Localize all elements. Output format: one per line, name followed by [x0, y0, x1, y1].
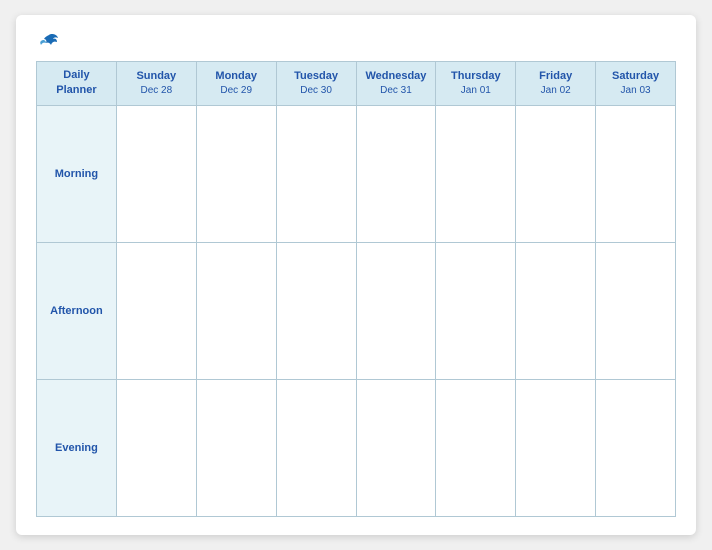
morning-tuesday-cell[interactable] — [276, 105, 356, 242]
day-name: Sunday — [119, 69, 194, 84]
day-date: Jan 01 — [438, 84, 513, 98]
column-header-thursday: ThursdayJan 01 — [436, 62, 516, 106]
evening-label: Evening — [37, 379, 117, 516]
column-header-saturday: SaturdayJan 03 — [596, 62, 676, 106]
row-evening: Evening — [37, 379, 676, 516]
column-header-wednesday: WednesdayDec 31 — [356, 62, 436, 106]
day-date: Dec 30 — [279, 84, 354, 98]
header — [36, 33, 676, 49]
day-date: Jan 03 — [598, 84, 673, 98]
evening-wednesday-cell[interactable] — [356, 379, 436, 516]
column-header-monday: MondayDec 29 — [196, 62, 276, 106]
logo-bird-icon — [39, 33, 59, 49]
evening-monday-cell[interactable] — [196, 379, 276, 516]
morning-sunday-cell[interactable] — [116, 105, 196, 242]
evening-saturday-cell[interactable] — [596, 379, 676, 516]
day-name: Tuesday — [279, 69, 354, 84]
afternoon-label: Afternoon — [37, 242, 117, 379]
day-date: Dec 31 — [359, 84, 434, 98]
morning-thursday-cell[interactable] — [436, 105, 516, 242]
day-name: Monday — [199, 69, 274, 84]
afternoon-wednesday-cell[interactable] — [356, 242, 436, 379]
evening-friday-cell[interactable] — [516, 379, 596, 516]
column-header-friday: FridayJan 02 — [516, 62, 596, 106]
afternoon-tuesday-cell[interactable] — [276, 242, 356, 379]
evening-thursday-cell[interactable] — [436, 379, 516, 516]
calendar-table: DailyPlannerSundayDec 28MondayDec 29Tues… — [36, 61, 676, 517]
logo — [36, 33, 59, 49]
afternoon-monday-cell[interactable] — [196, 242, 276, 379]
day-date: Dec 28 — [119, 84, 194, 98]
column-header-tuesday: TuesdayDec 30 — [276, 62, 356, 106]
afternoon-saturday-cell[interactable] — [596, 242, 676, 379]
evening-sunday-cell[interactable] — [116, 379, 196, 516]
row-morning: Morning — [37, 105, 676, 242]
morning-saturday-cell[interactable] — [596, 105, 676, 242]
daily-planner-label: DailyPlanner — [56, 69, 96, 96]
morning-friday-cell[interactable] — [516, 105, 596, 242]
day-name: Saturday — [598, 69, 673, 84]
column-header-label: DailyPlanner — [37, 62, 117, 106]
day-date: Dec 29 — [199, 84, 274, 98]
afternoon-friday-cell[interactable] — [516, 242, 596, 379]
evening-tuesday-cell[interactable] — [276, 379, 356, 516]
column-header-sunday: SundayDec 28 — [116, 62, 196, 106]
planner-page: DailyPlannerSundayDec 28MondayDec 29Tues… — [16, 15, 696, 535]
day-name: Thursday — [438, 69, 513, 84]
day-date: Jan 02 — [518, 84, 593, 98]
morning-monday-cell[interactable] — [196, 105, 276, 242]
header-row: DailyPlannerSundayDec 28MondayDec 29Tues… — [37, 62, 676, 106]
day-name: Wednesday — [359, 69, 434, 84]
afternoon-sunday-cell[interactable] — [116, 242, 196, 379]
logo-area — [36, 33, 59, 49]
day-name: Friday — [518, 69, 593, 84]
morning-wednesday-cell[interactable] — [356, 105, 436, 242]
morning-label: Morning — [37, 105, 117, 242]
row-afternoon: Afternoon — [37, 242, 676, 379]
afternoon-thursday-cell[interactable] — [436, 242, 516, 379]
